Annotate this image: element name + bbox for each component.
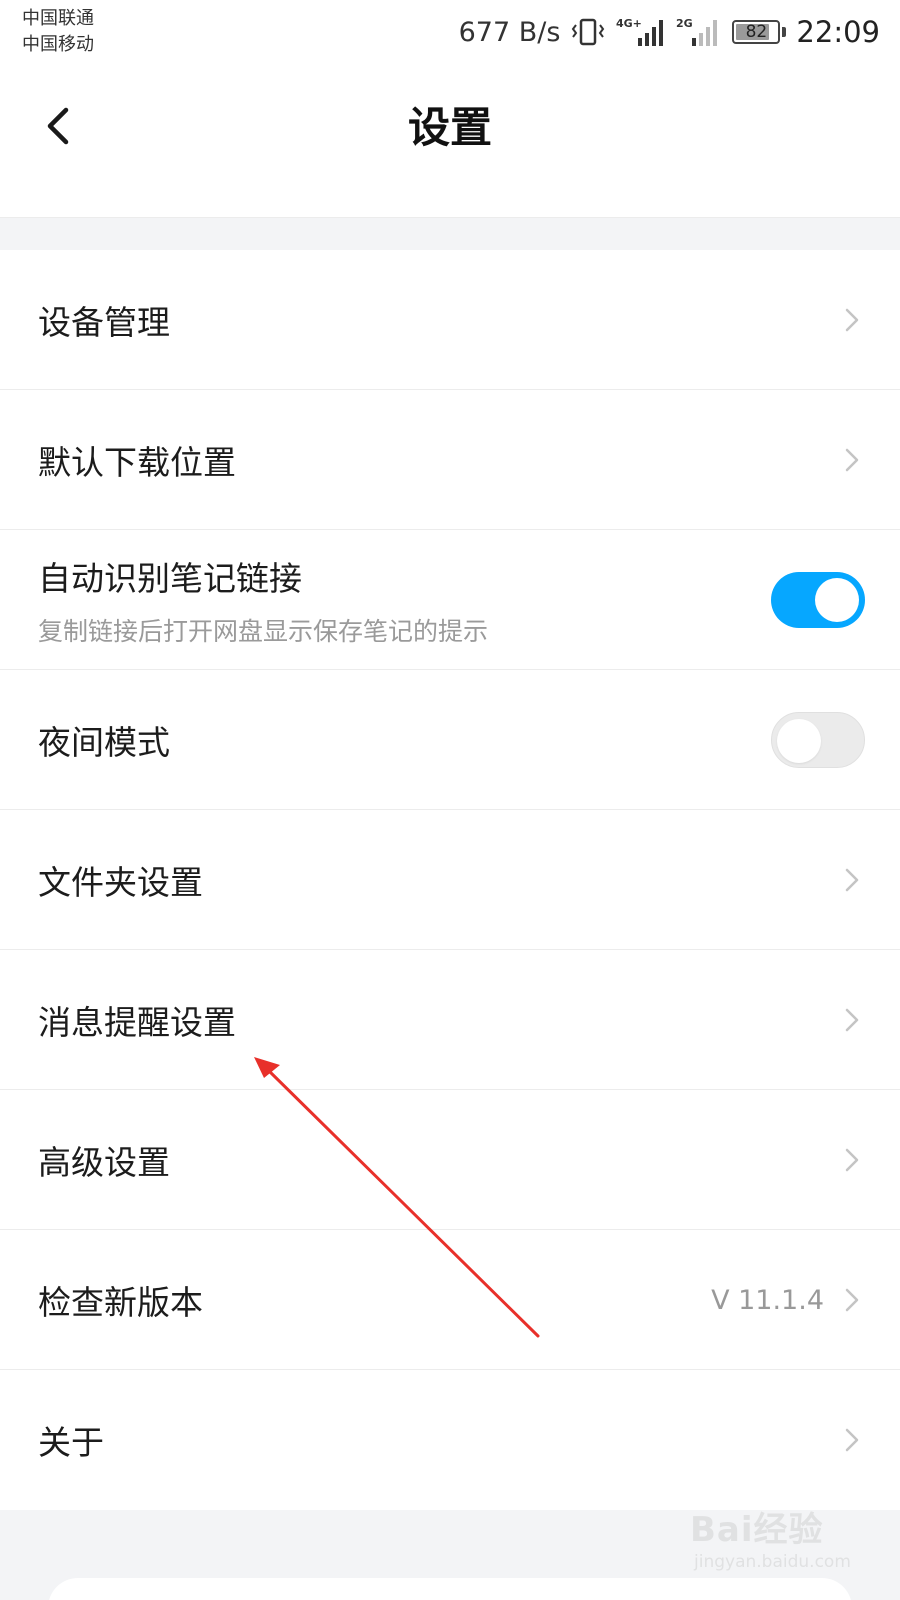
signal-1-type: 4G+ (616, 17, 642, 30)
row-label: 关于 (38, 1423, 104, 1462)
row-label: 消息提醒设置 (38, 1003, 236, 1042)
settings-row-about[interactable]: 关于 (0, 1370, 900, 1510)
watermark-main: Bai经验 (690, 1510, 824, 1550)
settings-row-device-management[interactable]: 设备管理 (0, 250, 900, 390)
carrier-1: 中国联通 (22, 8, 94, 29)
chevron-right-icon (845, 448, 859, 472)
settings-list: 设备管理 默认下载位置 自动识别笔记链接 复制链接后打开网盘显示保存笔记的提示 … (0, 250, 900, 1510)
row-label: 夜间模式 (38, 723, 170, 762)
version-value: V 11.1.4 (711, 1284, 824, 1316)
row-label: 文件夹设置 (38, 863, 203, 902)
chevron-right-icon (845, 1148, 859, 1172)
row-description: 复制链接后打开网盘显示保存笔记的提示 (38, 617, 489, 646)
toggle-knob (777, 719, 821, 763)
row-label: 高级设置 (38, 1143, 170, 1182)
chevron-right-icon (845, 1428, 859, 1452)
watermark-url: jingyan.baidu.com (694, 1552, 851, 1572)
signal-4g-icon: 4G+ (616, 16, 666, 48)
auto-detect-links-toggle[interactable] (771, 572, 865, 628)
settings-screen: 中国联通 中国移动 677 B/s 4G+ 2G 82 22:09 设置 设备管… (0, 0, 900, 1600)
battery-cap (782, 27, 787, 37)
chevron-right-icon (845, 1008, 859, 1032)
battery-percent: 82 (745, 22, 768, 42)
settings-row-advanced-settings[interactable]: 高级设置 (0, 1090, 900, 1230)
baidu-jingyan-watermark: Bai经验 jingyan.baidu.com (690, 1500, 890, 1590)
status-indicators: 677 B/s 4G+ 2G 82 22:09 (459, 12, 880, 52)
signal-2-type: 2G (676, 17, 693, 30)
vibrate-icon (570, 17, 606, 47)
row-label: 默认下载位置 (38, 443, 236, 482)
header: 设置 (0, 62, 900, 217)
settings-row-auto-detect-note-links: 自动识别笔记链接 复制链接后打开网盘显示保存笔记的提示 (0, 530, 900, 670)
settings-row-folder-settings[interactable]: 文件夹设置 (0, 810, 900, 950)
page-title: 设置 (407, 103, 492, 152)
settings-row-notification-settings[interactable]: 消息提醒设置 (0, 950, 900, 1090)
night-mode-toggle[interactable] (771, 712, 865, 768)
section-gap (0, 217, 900, 250)
settings-row-night-mode: 夜间模式 (0, 670, 900, 810)
row-label: 检查新版本 (38, 1283, 203, 1322)
row-label: 设备管理 (38, 303, 170, 342)
settings-row-default-download-location[interactable]: 默认下载位置 (0, 390, 900, 530)
clock: 22:09 (796, 15, 880, 49)
settings-row-check-update[interactable]: 检查新版本 V 11.1.4 (0, 1230, 900, 1370)
chevron-right-icon (845, 868, 859, 892)
toggle-knob (815, 578, 859, 622)
network-speed: 677 B/s (458, 16, 561, 48)
signal-2g-icon: 2G (676, 16, 722, 48)
carrier-names: 中国联通 中国移动 (22, 6, 94, 58)
carrier-2: 中国移动 (22, 34, 94, 55)
status-bar: 中国联通 中国移动 677 B/s 4G+ 2G 82 22:09 (0, 0, 900, 62)
chevron-right-icon (845, 1288, 859, 1312)
battery-icon: 82 (732, 20, 781, 44)
chevron-right-icon (845, 308, 859, 332)
row-label: 自动识别笔记链接 (38, 559, 302, 598)
